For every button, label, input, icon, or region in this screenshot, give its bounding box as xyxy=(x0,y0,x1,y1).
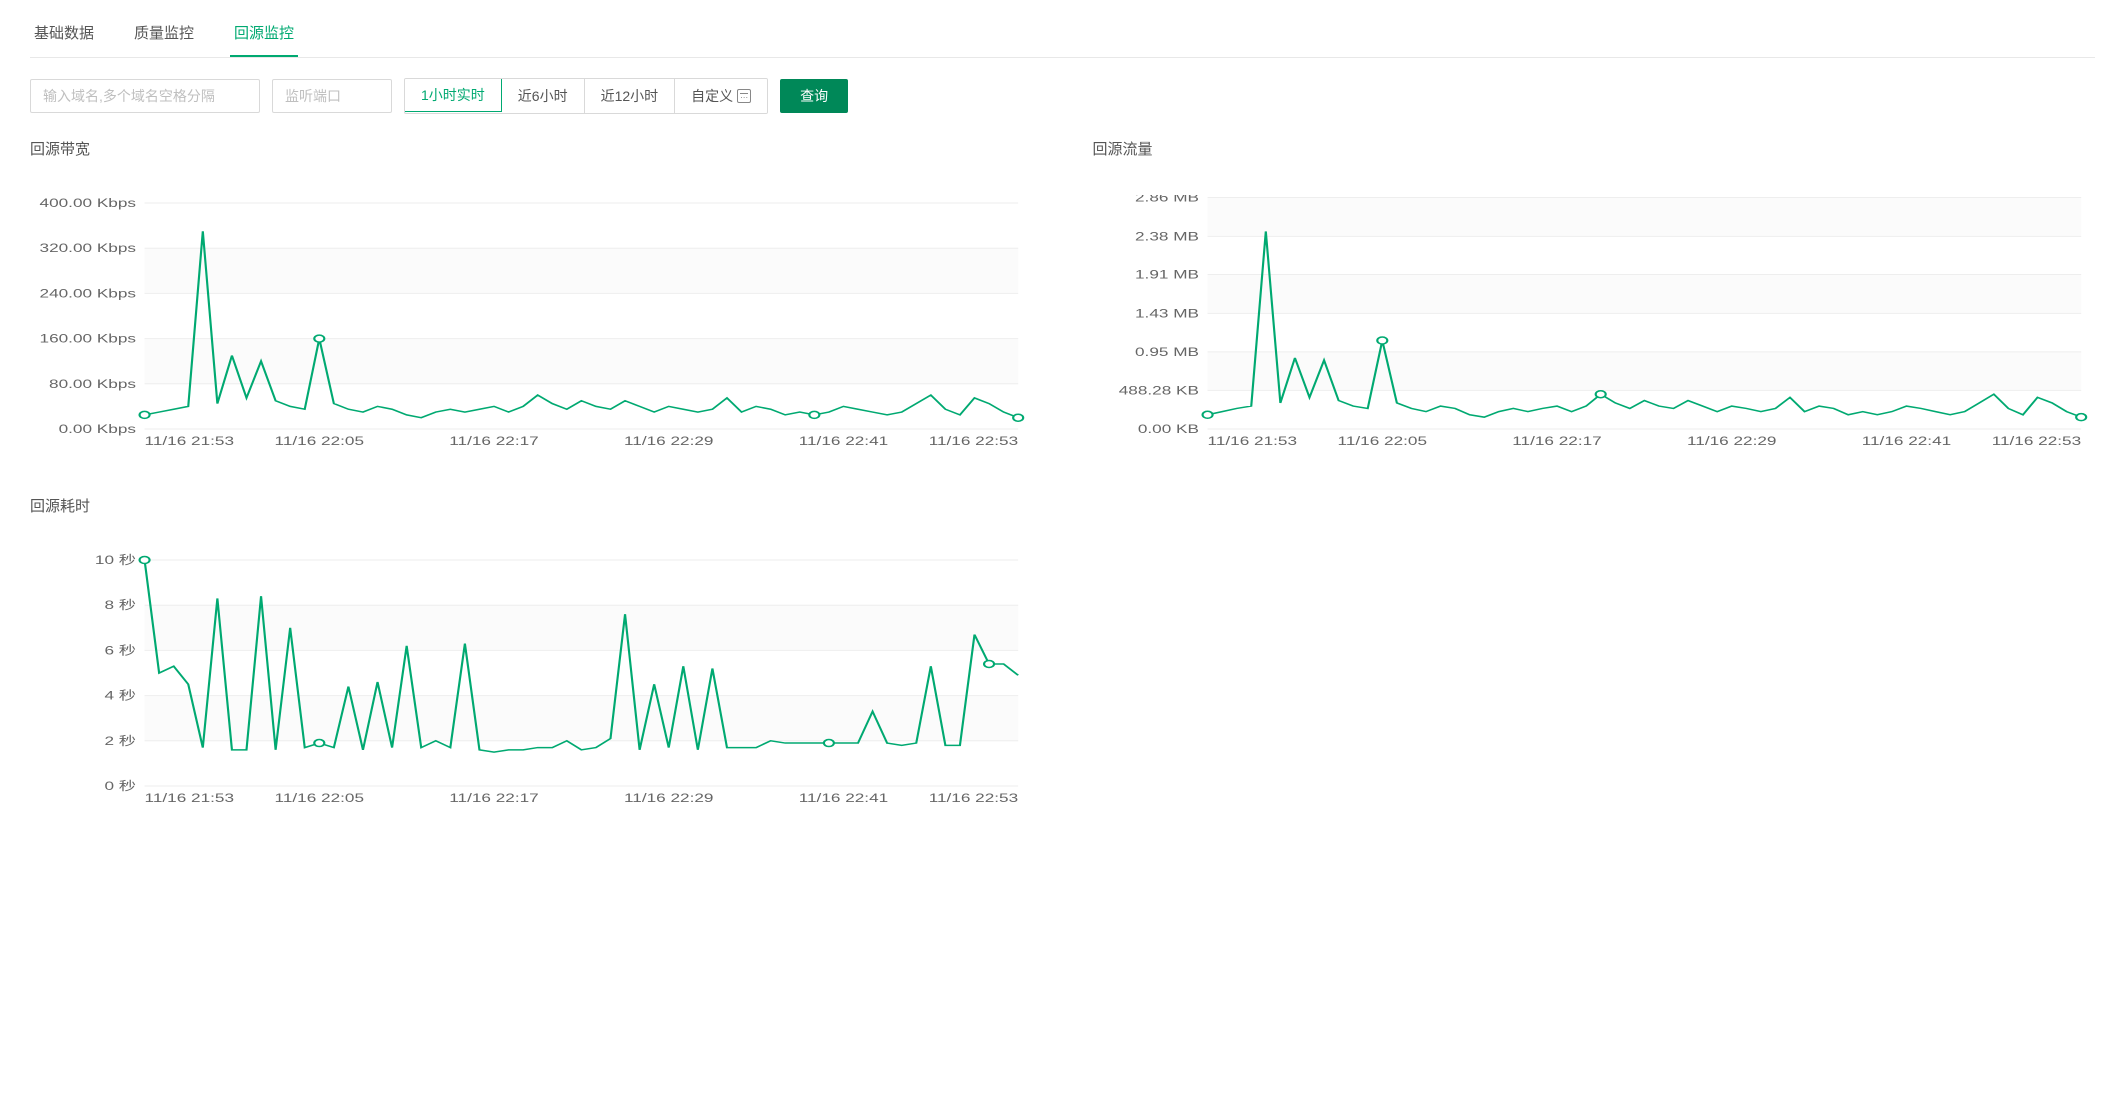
svg-text:11/16 22:17: 11/16 22:17 xyxy=(449,792,538,805)
chart-traffic: 回源流量 0.00 KB 488.28 KB 0.95 MB 1.43 MB 1.91 … xyxy=(1093,138,2096,455)
svg-text:11/16 22:17: 11/16 22:17 xyxy=(1512,435,1601,448)
svg-text:320.00 Kbps: 320.00 Kbps xyxy=(40,242,136,255)
tab-basic-data[interactable]: 基础数据 xyxy=(30,10,98,57)
svg-text:0.00 Kbps: 0.00 Kbps xyxy=(59,423,136,436)
svg-text:4 秒: 4 秒 xyxy=(104,689,136,703)
svg-text:0 秒: 0 秒 xyxy=(104,779,136,793)
filter-bar: 1小时实时 近6小时 近12小时 自定义 查询 xyxy=(30,78,2095,114)
tab-quality-monitor[interactable]: 质量监控 xyxy=(130,10,198,57)
chart-latency: 回源耗时 0 秒 2 秒 4 秒 6 秒 8 秒 10 秒 11/16 21:53 11/16… xyxy=(30,495,1033,812)
time-range-group: 1小时实时 近6小时 近12小时 自定义 xyxy=(404,78,768,114)
query-button[interactable]: 查询 xyxy=(780,79,848,113)
svg-text:160.00 Kbps: 160.00 Kbps xyxy=(40,333,136,346)
svg-text:1.43 MB: 1.43 MB xyxy=(1135,308,1199,321)
tab-origin-monitor[interactable]: 回源监控 xyxy=(230,10,298,57)
svg-text:1.91 MB: 1.91 MB xyxy=(1135,269,1199,282)
svg-text:0.00 KB: 0.00 KB xyxy=(1137,423,1198,436)
domain-input[interactable] xyxy=(30,79,260,113)
svg-text:11/16 22:29: 11/16 22:29 xyxy=(624,792,713,805)
chart-latency-svg: 0 秒 2 秒 4 秒 6 秒 8 秒 10 秒 11/16 21:53 11/16 22:0… xyxy=(30,552,1033,812)
svg-text:11/16 22:05: 11/16 22:05 xyxy=(275,435,364,448)
svg-text:2.86 MB: 2.86 MB xyxy=(1135,195,1199,205)
svg-text:11/16 21:53: 11/16 21:53 xyxy=(145,792,234,805)
svg-text:11/16 21:53: 11/16 21:53 xyxy=(1207,435,1296,448)
range-1h-realtime[interactable]: 1小时实时 xyxy=(404,78,502,112)
svg-text:11/16 22:29: 11/16 22:29 xyxy=(624,435,713,448)
range-custom-label: 自定义 xyxy=(691,86,733,106)
svg-text:11/16 22:41: 11/16 22:41 xyxy=(1861,435,1950,448)
svg-text:11/16 22:53: 11/16 22:53 xyxy=(929,792,1018,805)
svg-text:80.00 Kbps: 80.00 Kbps xyxy=(49,378,136,391)
charts-grid: 回源带宽 0.00 Kbps 80.00 Kbps 160.00 Kbps 240.0… xyxy=(30,138,2095,812)
svg-text:8 秒: 8 秒 xyxy=(104,599,136,613)
chart-bandwidth-title: 回源带宽 xyxy=(30,138,1033,159)
svg-text:11/16 22:05: 11/16 22:05 xyxy=(275,792,364,805)
svg-text:0.95 MB: 0.95 MB xyxy=(1135,346,1199,359)
svg-text:2 秒: 2 秒 xyxy=(104,734,136,748)
range-6h[interactable]: 近6小时 xyxy=(502,79,585,113)
svg-text:11/16 22:53: 11/16 22:53 xyxy=(1991,435,2080,448)
port-input[interactable] xyxy=(272,79,392,113)
svg-text:11/16 22:05: 11/16 22:05 xyxy=(1337,435,1426,448)
svg-text:11/16 22:41: 11/16 22:41 xyxy=(799,435,888,448)
range-12h[interactable]: 近12小时 xyxy=(585,79,676,113)
svg-text:240.00 Kbps: 240.00 Kbps xyxy=(40,288,136,301)
chart-traffic-title: 回源流量 xyxy=(1093,138,2096,159)
svg-text:11/16 22:53: 11/16 22:53 xyxy=(929,435,1018,448)
chart-bandwidth-svg: 0.00 Kbps 80.00 Kbps 160.00 Kbps 240.00 Kbp… xyxy=(30,195,1033,455)
svg-text:400.00 Kbps: 400.00 Kbps xyxy=(40,197,136,210)
chart-bandwidth: 回源带宽 0.00 Kbps 80.00 Kbps 160.00 Kbps 240.0… xyxy=(30,138,1033,455)
svg-text:11/16 21:53: 11/16 21:53 xyxy=(145,435,234,448)
svg-text:6 秒: 6 秒 xyxy=(104,644,136,658)
svg-text:488.28 KB: 488.28 KB xyxy=(1118,385,1198,398)
tab-bar: 基础数据 质量监控 回源监控 xyxy=(30,10,2095,58)
svg-text:11/16 22:29: 11/16 22:29 xyxy=(1687,435,1776,448)
calendar-icon xyxy=(737,89,751,103)
svg-text:11/16 22:41: 11/16 22:41 xyxy=(799,792,888,805)
svg-text:10 秒: 10 秒 xyxy=(95,553,136,567)
chart-traffic-svg: 0.00 KB 488.28 KB 0.95 MB 1.43 MB 1.91 MB 2.3… xyxy=(1093,195,2096,455)
svg-text:2.38 MB: 2.38 MB xyxy=(1135,231,1199,244)
chart-latency-title: 回源耗时 xyxy=(30,495,1033,516)
range-custom[interactable]: 自定义 xyxy=(675,79,767,113)
svg-text:11/16 22:17: 11/16 22:17 xyxy=(449,435,538,448)
